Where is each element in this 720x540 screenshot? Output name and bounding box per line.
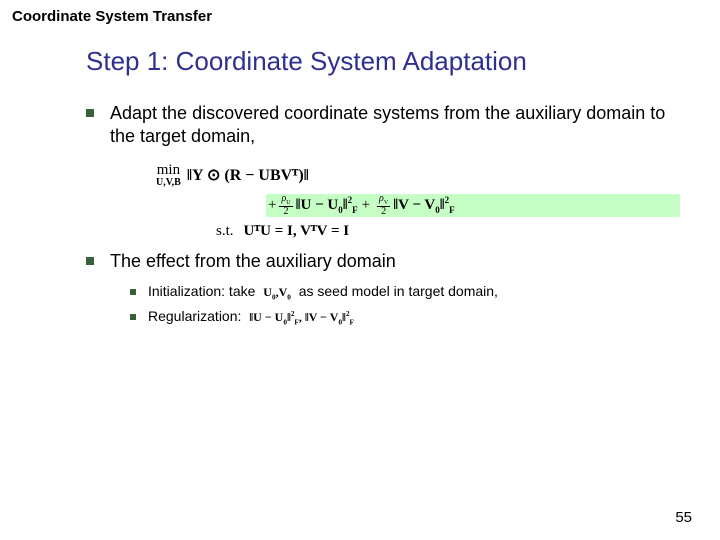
square-bullet-icon [86, 109, 94, 117]
square-bullet-icon [86, 257, 94, 265]
slide-title: Step 1: Coordinate System Adaptation [86, 46, 527, 77]
bullet-text: The effect from the auxiliary domain [110, 250, 396, 273]
min-subscript: U,V,B [156, 178, 181, 188]
frac-rho-u: ρU 2 [279, 194, 292, 217]
min-operator: min U,V,B [156, 163, 181, 188]
seed-model-symbols: U0,V0 [263, 285, 291, 299]
sub-bullet-text: Initialization: take U0,V0 as seed model… [148, 283, 498, 301]
plus-2: + [362, 197, 370, 214]
formula-block: min U,V,B ‖Y ⊙ (R − UBVᵀ)‖ + ρU 2 ‖U − U… [156, 163, 680, 240]
bullet-level1-2: The effect from the auxiliary domain [86, 250, 680, 273]
square-bullet-icon [130, 289, 136, 295]
sub-bullet-text: Regularization: ‖U − U0‖2F, ‖V − V0‖2F [148, 308, 354, 326]
plus-1: + [268, 197, 276, 214]
objective-main: ‖Y ⊙ (R − UBVᵀ)‖ [187, 165, 309, 185]
frac-rho-v: ρV 2 [377, 194, 390, 217]
constraint-text: UᵀU = I, VᵀV = I [244, 223, 350, 240]
bullet-level2-2: Regularization: ‖U − U0‖2F, ‖V − V0‖2F [130, 308, 680, 326]
min-label: min [157, 163, 180, 178]
v-term: ‖V − V0‖2F [393, 195, 454, 215]
sub2-label: Regularization: [148, 308, 241, 324]
u-term: ‖U − U0‖2F [296, 195, 358, 215]
sub1-prefix: Initialization: take [148, 283, 255, 299]
bullet-level2-1: Initialization: take U0,V0 as seed model… [130, 283, 680, 301]
page-number: 55 [675, 509, 692, 526]
slide-body: Adapt the discovered coordinate systems … [86, 96, 680, 326]
rho-u-sub: U [286, 200, 290, 206]
den-2a: 2 [282, 207, 291, 217]
regularization-expr: ‖U − U0‖2F, ‖V − V0‖2F [249, 310, 354, 324]
formula-line-2-highlight: + ρU 2 ‖U − U0‖2F + ρV 2 ‖V − V0‖2F [266, 194, 680, 217]
rho-v-sub: V [384, 200, 388, 206]
bullet-text: Adapt the discovered coordinate systems … [110, 102, 680, 149]
slide-header: Coordinate System Transfer [12, 8, 212, 25]
st-label: s.t. [216, 223, 234, 240]
formula-line-1: min U,V,B ‖Y ⊙ (R − UBVᵀ)‖ [156, 163, 680, 188]
den-2b: 2 [379, 207, 388, 217]
bullet-level1-1: Adapt the discovered coordinate systems … [86, 102, 680, 149]
square-bullet-icon [130, 314, 136, 320]
formula-line-3: s.t. UᵀU = I, VᵀV = I [216, 223, 680, 240]
sub1-suffix: as seed model in target domain, [299, 283, 498, 299]
